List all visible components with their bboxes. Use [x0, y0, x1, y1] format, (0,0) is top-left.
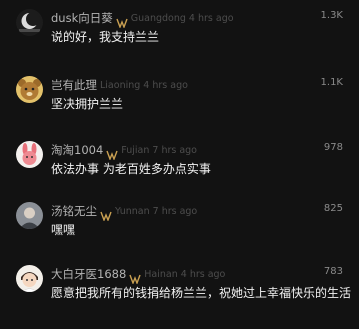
like-count[interactable]: 783 [324, 266, 343, 277]
comment-location: Liaoning [100, 79, 141, 91]
comment-header: 汤铭无尘 Yunnan 7 hrs ago [51, 203, 198, 222]
comment-header: 大白牙医1688 Hainan 4 hrs ago [51, 266, 226, 285]
comment-text: 嘿嘿 [51, 223, 76, 237]
like-count[interactable]: 1.1K [321, 77, 343, 88]
creator-badge-icon [129, 269, 141, 285]
username[interactable]: dusk向日葵 [51, 10, 113, 26]
comment-header: dusk向日葵 Guangdong 4 hrs ago [51, 10, 234, 29]
comment-time: 7 hrs ago [152, 205, 198, 217]
pink-bunny-avatar[interactable] [16, 141, 43, 168]
comment-item[interactable]: 淘淘1004 Fujian 7 hrs ago 依法办事 为老百姓多办点实事 9… [0, 139, 359, 199]
comment-time: 4 hrs ago [188, 12, 234, 24]
like-count[interactable]: 1.3K [321, 10, 343, 21]
comment-location: Yunnan [115, 205, 150, 217]
comment-time: 4 hrs ago [180, 268, 226, 280]
comment-text: 说的好，我支持兰兰 [51, 30, 160, 44]
comment-list: dusk向日葵 Guangdong 4 hrs ago 说的好，我支持兰兰 1.… [0, 0, 359, 329]
creator-badge-icon [106, 145, 118, 161]
username[interactable]: 汤铭无尘 [51, 203, 97, 219]
comment-location: Hainan [144, 268, 178, 280]
creator-badge-icon [100, 206, 112, 222]
comment-location: Fujian [121, 144, 150, 156]
username[interactable]: 淘淘1004 [51, 142, 103, 158]
like-count[interactable]: 978 [324, 142, 343, 153]
comment-time: 7 hrs ago [152, 144, 197, 156]
username[interactable]: 大白牙医1688 [51, 266, 126, 282]
moon-night-avatar[interactable] [16, 9, 43, 36]
comment-time: 4 hrs ago [143, 79, 188, 91]
person-photo-avatar[interactable] [16, 202, 43, 229]
creator-badge-icon [116, 13, 128, 29]
comment-location: Guangdong [130, 12, 186, 24]
comment-text: 坚决拥护兰兰 [51, 97, 124, 111]
cartoon-bear-avatar[interactable] [16, 76, 43, 103]
comment-item[interactable]: dusk向日葵 Guangdong 4 hrs ago 说的好，我支持兰兰 1.… [0, 7, 359, 67]
comment-text: 愿意把我所有的钱捐给杨兰兰，祝她过上幸福快乐的生活 [51, 286, 352, 300]
username[interactable]: 岂有此理 [51, 77, 97, 93]
chibi-doctor-avatar[interactable] [16, 265, 43, 292]
comment-header: 岂有此理 Liaoning 4 hrs ago [51, 77, 188, 93]
comment-item[interactable]: 岂有此理 Liaoning 4 hrs ago 坚决拥护兰兰 1.1K [0, 74, 359, 134]
comment-item[interactable]: 汤铭无尘 Yunnan 7 hrs ago 嘿嘿 825 [0, 200, 359, 260]
like-count[interactable]: 825 [324, 203, 343, 214]
comment-text: 依法办事 为老百姓多办点实事 [51, 162, 211, 176]
comment-item[interactable]: 大白牙医1688 Hainan 4 hrs ago 愿意把我所有的钱捐给杨兰兰，… [0, 263, 359, 323]
comment-header: 淘淘1004 Fujian 7 hrs ago [51, 142, 197, 161]
